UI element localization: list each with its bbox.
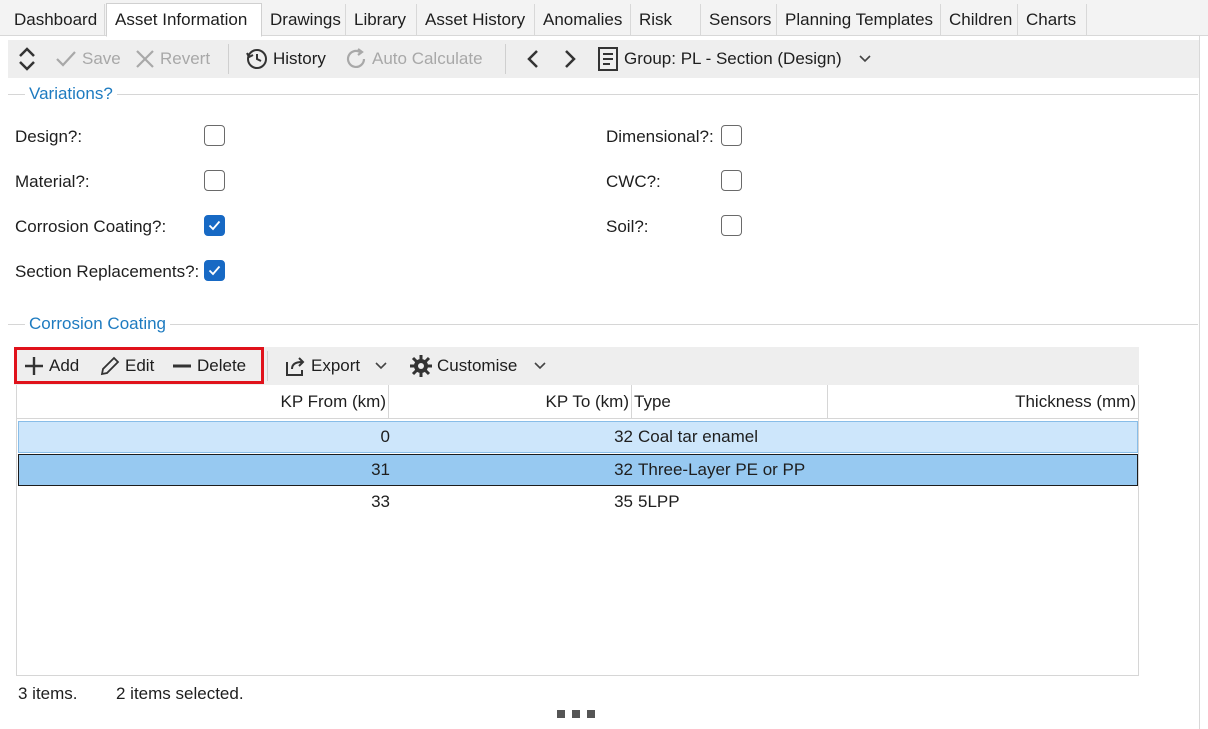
tab-asset-information[interactable]: Asset Information (106, 3, 262, 37)
next-button[interactable] (560, 40, 584, 78)
auto-calculate-label: Auto Calculate (372, 49, 483, 68)
export-label: Export (311, 356, 361, 375)
expand-collapse-button[interactable] (16, 40, 42, 78)
export-icon (286, 357, 305, 376)
column-kp-from[interactable]: KP From (km) (17, 385, 389, 419)
check-icon (56, 51, 76, 67)
close-icon (136, 50, 154, 68)
material-checkbox[interactable] (204, 170, 225, 191)
history-icon (246, 49, 267, 69)
checkmark-icon (208, 265, 221, 276)
group-label: Group: PL - Section (Design) (624, 49, 842, 68)
material-label: Material?: (15, 172, 90, 191)
column-thickness[interactable]: Thickness (mm) (828, 385, 1138, 419)
tab-sensors[interactable]: Sensors (701, 4, 777, 36)
dimensional-label: Dimensional?: (606, 127, 714, 146)
table-row[interactable]: 33 35 5LPP (18, 487, 1138, 519)
grip-dot (572, 710, 580, 718)
table-row[interactable]: 31 32 Three-Layer PE or PP (18, 454, 1138, 486)
corrosion-coating-title: Corrosion Coating (25, 314, 171, 334)
history-label: History (273, 49, 326, 68)
customise-button[interactable]: Customise (409, 347, 551, 385)
chevron-right-icon (565, 50, 576, 68)
chevron-left-icon (527, 50, 538, 68)
grip-dot (557, 710, 565, 718)
tab-bar: Dashboard Asset Information Drawings Lib… (0, 0, 1208, 37)
resize-grip[interactable] (557, 710, 595, 718)
gear-icon (410, 355, 432, 377)
revert-button[interactable]: Revert (134, 40, 210, 78)
tab-asset-history[interactable]: Asset History (417, 4, 535, 36)
kp-to-cell: 35 (614, 492, 633, 511)
toolbar-separator (267, 351, 268, 381)
item-count: 3 items. (18, 684, 78, 703)
document-icon (598, 47, 618, 71)
section-replacements-label: Section Replacements?: (15, 262, 200, 281)
save-button[interactable]: Save (54, 40, 121, 78)
revert-label: Revert (160, 49, 211, 68)
chevron-down-icon (534, 362, 546, 370)
kp-from-cell: 0 (380, 427, 390, 446)
tab-library[interactable]: Library (346, 4, 417, 36)
checkmark-icon (208, 220, 221, 231)
chevron-up-down-icon (19, 47, 35, 71)
tab-dashboard[interactable]: Dashboard (6, 4, 105, 36)
chevron-down-icon (859, 55, 871, 63)
customise-label: Customise (437, 356, 518, 375)
toolbar-separator (228, 44, 229, 74)
selected-count: 2 items selected. (116, 684, 244, 703)
soil-label: Soil?: (606, 217, 649, 236)
save-label: Save (82, 49, 121, 68)
thickness-cell (829, 422, 1137, 452)
coating-grid: KP From (km) KP To (km) Type Thickness (… (16, 385, 1139, 676)
highlight-box (14, 347, 264, 384)
corrosion-coating-checkbox[interactable] (204, 215, 225, 236)
grip-dot (587, 710, 595, 718)
soil-checkbox[interactable] (721, 215, 742, 236)
tab-charts[interactable]: Charts (1018, 4, 1087, 36)
kp-from-cell: 33 (371, 492, 390, 511)
tab-anomalies[interactable]: Anomalies (535, 4, 631, 36)
cwc-label: CWC?: (606, 172, 661, 191)
kp-from-cell: 31 (371, 460, 390, 479)
previous-button[interactable] (523, 40, 547, 78)
thickness-cell (829, 455, 1137, 485)
kp-to-cell: 32 (614, 460, 633, 479)
dimensional-checkbox[interactable] (721, 125, 742, 146)
history-button[interactable]: History (245, 40, 326, 78)
column-kp-to[interactable]: KP To (km) (389, 385, 632, 419)
cwc-checkbox[interactable] (721, 170, 742, 191)
chevron-down-icon (375, 362, 387, 370)
panel-border (1199, 36, 1200, 729)
kp-to-cell: 32 (614, 427, 633, 446)
group-selector[interactable]: Group: PL - Section (Design) (596, 40, 876, 78)
section-divider (8, 94, 1198, 95)
toolbar-separator (505, 44, 506, 74)
tab-children[interactable]: Children (941, 4, 1018, 36)
type-cell: 5LPP (638, 492, 680, 511)
auto-calculate-button[interactable]: Auto Calculate (344, 40, 483, 78)
refresh-icon (346, 48, 366, 68)
design-checkbox[interactable] (204, 125, 225, 146)
tab-risk[interactable]: Risk (631, 4, 701, 36)
tab-drawings[interactable]: Drawings (262, 4, 346, 36)
section-divider (8, 324, 1198, 325)
design-label: Design?: (15, 127, 83, 146)
table-row[interactable]: 0 32 Coal tar enamel (18, 421, 1138, 453)
type-cell: Coal tar enamel (638, 427, 759, 446)
main-toolbar: Save Revert History Auto Calculate Group… (8, 40, 1199, 78)
type-cell: Three-Layer PE or PP (638, 460, 806, 479)
section-replacements-checkbox[interactable] (204, 260, 225, 281)
export-button[interactable]: Export (283, 347, 392, 385)
variations-title: Variations? (25, 84, 117, 104)
grid-header: KP From (km) KP To (km) Type Thickness (… (17, 385, 1138, 419)
tab-planning-templates[interactable]: Planning Templates (777, 4, 941, 36)
column-type[interactable]: Type (632, 385, 828, 419)
corrosion-coating-label: Corrosion Coating?: (15, 217, 167, 236)
thickness-cell (829, 487, 1137, 517)
